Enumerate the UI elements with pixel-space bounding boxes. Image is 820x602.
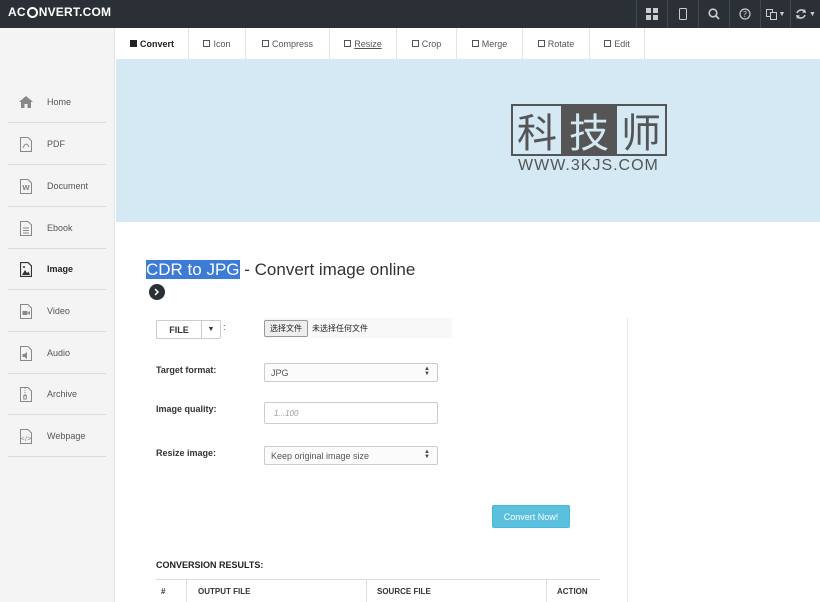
file-button-label: FILE: [157, 321, 202, 338]
choose-file-button[interactable]: 选择文件: [264, 319, 308, 337]
watermark-char: 技: [563, 104, 615, 157]
video-icon: [18, 303, 34, 319]
sidebar-item-label: Document: [47, 181, 89, 191]
sidebar-item-video[interactable]: Video: [8, 291, 106, 332]
help-icon[interactable]: ?: [729, 0, 760, 28]
watermark-logo: 科 技 师: [511, 104, 667, 157]
checkbox-icon: [604, 40, 612, 47]
tab-merge[interactable]: Merge: [457, 28, 523, 59]
pdf-icon: [18, 136, 34, 152]
sidebar-item-image[interactable]: Image: [8, 249, 106, 290]
logo-refresh-mark: [26, 6, 38, 18]
file-source-dropdown[interactable]: FILE ▼: [156, 320, 221, 339]
archive-icon: [18, 386, 34, 402]
target-format-value: JPG: [271, 367, 289, 378]
target-format-label: Target format:: [156, 365, 217, 375]
sidebar-item-label: Home: [47, 97, 72, 107]
conversion-results-title: CONVERSION RESULTS:: [156, 560, 264, 570]
select-arrows-icon: ▲ ▼: [424, 449, 430, 460]
checkbox-icon: [471, 40, 479, 47]
watermark-char: 科: [511, 104, 563, 157]
checkbox-icon: [261, 40, 269, 47]
logo-text-left: AC: [8, 5, 26, 19]
sidebar-item-label: Webpage: [47, 431, 86, 441]
sidebar-item-label: Image: [47, 264, 74, 274]
watermark-url: WWW.3KJS.COM: [518, 157, 659, 174]
site-logo[interactable]: AC NVERT.COM: [8, 5, 111, 19]
logo-text-right: NVERT.COM: [38, 5, 112, 19]
column-header-action: ACTION: [557, 587, 588, 596]
tab-rotate[interactable]: Rotate: [523, 28, 590, 59]
svg-text:W: W: [22, 184, 30, 192]
file-input[interactable]: 选择文件 未选择任何文件: [264, 318, 452, 338]
sidebar: Home PDF W Document Ebook Image Video Au…: [0, 28, 115, 602]
page-title-highlight: CDR to JPG: [146, 260, 240, 279]
sidebar-item-label: Video: [47, 306, 70, 316]
select-arrows-icon: ▲ ▼: [424, 366, 430, 377]
resize-image-value: Keep original image size: [271, 450, 370, 461]
ebook-icon: [18, 220, 34, 236]
svg-text:?: ?: [743, 10, 747, 19]
checkbox-icon: [129, 40, 137, 47]
sidebar-item-document[interactable]: W Document: [8, 166, 106, 207]
page-title: CDR to JPG - Convert image online: [146, 260, 415, 280]
sidebar-item-label: Archive: [47, 389, 78, 399]
sidebar-item-audio[interactable]: Audio: [8, 333, 106, 374]
checkbox-icon: [344, 40, 352, 47]
sidebar-item-label: PDF: [47, 139, 65, 149]
sidebar-item-label: Audio: [47, 348, 71, 358]
tool-tabs: Convert Icon Compress Resize Crop Merge …: [116, 28, 645, 59]
image-quality-input[interactable]: 1...100: [264, 402, 438, 424]
convert-now-button[interactable]: Convert Now!: [492, 505, 570, 528]
document-icon: W: [18, 178, 34, 194]
sidebar-item-ebook[interactable]: Ebook: [8, 208, 106, 249]
mobile-icon[interactable]: [667, 0, 698, 28]
file-colon: :: [223, 322, 226, 332]
sidebar-item-archive[interactable]: Archive: [8, 374, 106, 415]
refresh-icon[interactable]: ▼: [790, 0, 820, 28]
checkbox-icon: [411, 40, 419, 47]
image-quality-placeholder: 1...100: [274, 408, 299, 418]
column-header-index: #: [156, 580, 187, 602]
top-bar: AC NVERT.COM ? ▼ ▼: [0, 0, 820, 28]
sidebar-item-pdf[interactable]: PDF: [8, 124, 106, 165]
no-file-text: 未选择任何文件: [312, 323, 368, 333]
sidebar-item-home[interactable]: Home: [8, 82, 106, 123]
webpage-icon: </>: [18, 428, 34, 444]
tab-edit[interactable]: Edit: [590, 28, 645, 59]
column-header-source-file: SOURCE FILE: [367, 580, 547, 602]
checkbox-icon: [537, 40, 545, 47]
language-icon[interactable]: ▼: [760, 0, 790, 28]
search-icon[interactable]: [698, 0, 729, 28]
tab-icon[interactable]: Icon: [189, 28, 246, 59]
tab-crop[interactable]: Crop: [397, 28, 457, 59]
watermark-char: 师: [615, 104, 667, 157]
chevron-down-icon: ▼: [207, 326, 215, 333]
apps-icon[interactable]: [636, 0, 667, 28]
sidebar-item-label: Ebook: [47, 223, 73, 233]
target-format-select[interactable]: JPG ▲ ▼: [264, 363, 438, 382]
resize-image-label: Resize image:: [156, 448, 217, 458]
tab-compress[interactable]: Compress: [246, 28, 330, 59]
page-title-rest: - Convert image online: [239, 260, 416, 279]
audio-icon: [18, 345, 34, 361]
translate-badge-icon[interactable]: [149, 284, 165, 300]
results-table-header: # OUTPUT FILE SOURCE FILE ACTION: [156, 579, 600, 602]
home-icon: [18, 94, 34, 110]
tab-convert[interactable]: Convert: [116, 28, 189, 59]
resize-image-select[interactable]: Keep original image size ▲ ▼: [264, 446, 438, 465]
checkbox-icon: [203, 40, 211, 47]
svg-text:</>: </>: [20, 435, 32, 442]
banner: 科 技 师 WWW.3KJS.COM: [116, 59, 820, 222]
sidebar-item-webpage[interactable]: </> Webpage: [8, 416, 106, 457]
image-icon: [18, 261, 34, 277]
content-divider: [627, 318, 628, 602]
image-quality-label: Image quality:: [156, 404, 217, 414]
column-header-output-file: OUTPUT FILE: [187, 580, 367, 602]
tab-resize[interactable]: Resize: [330, 28, 397, 59]
